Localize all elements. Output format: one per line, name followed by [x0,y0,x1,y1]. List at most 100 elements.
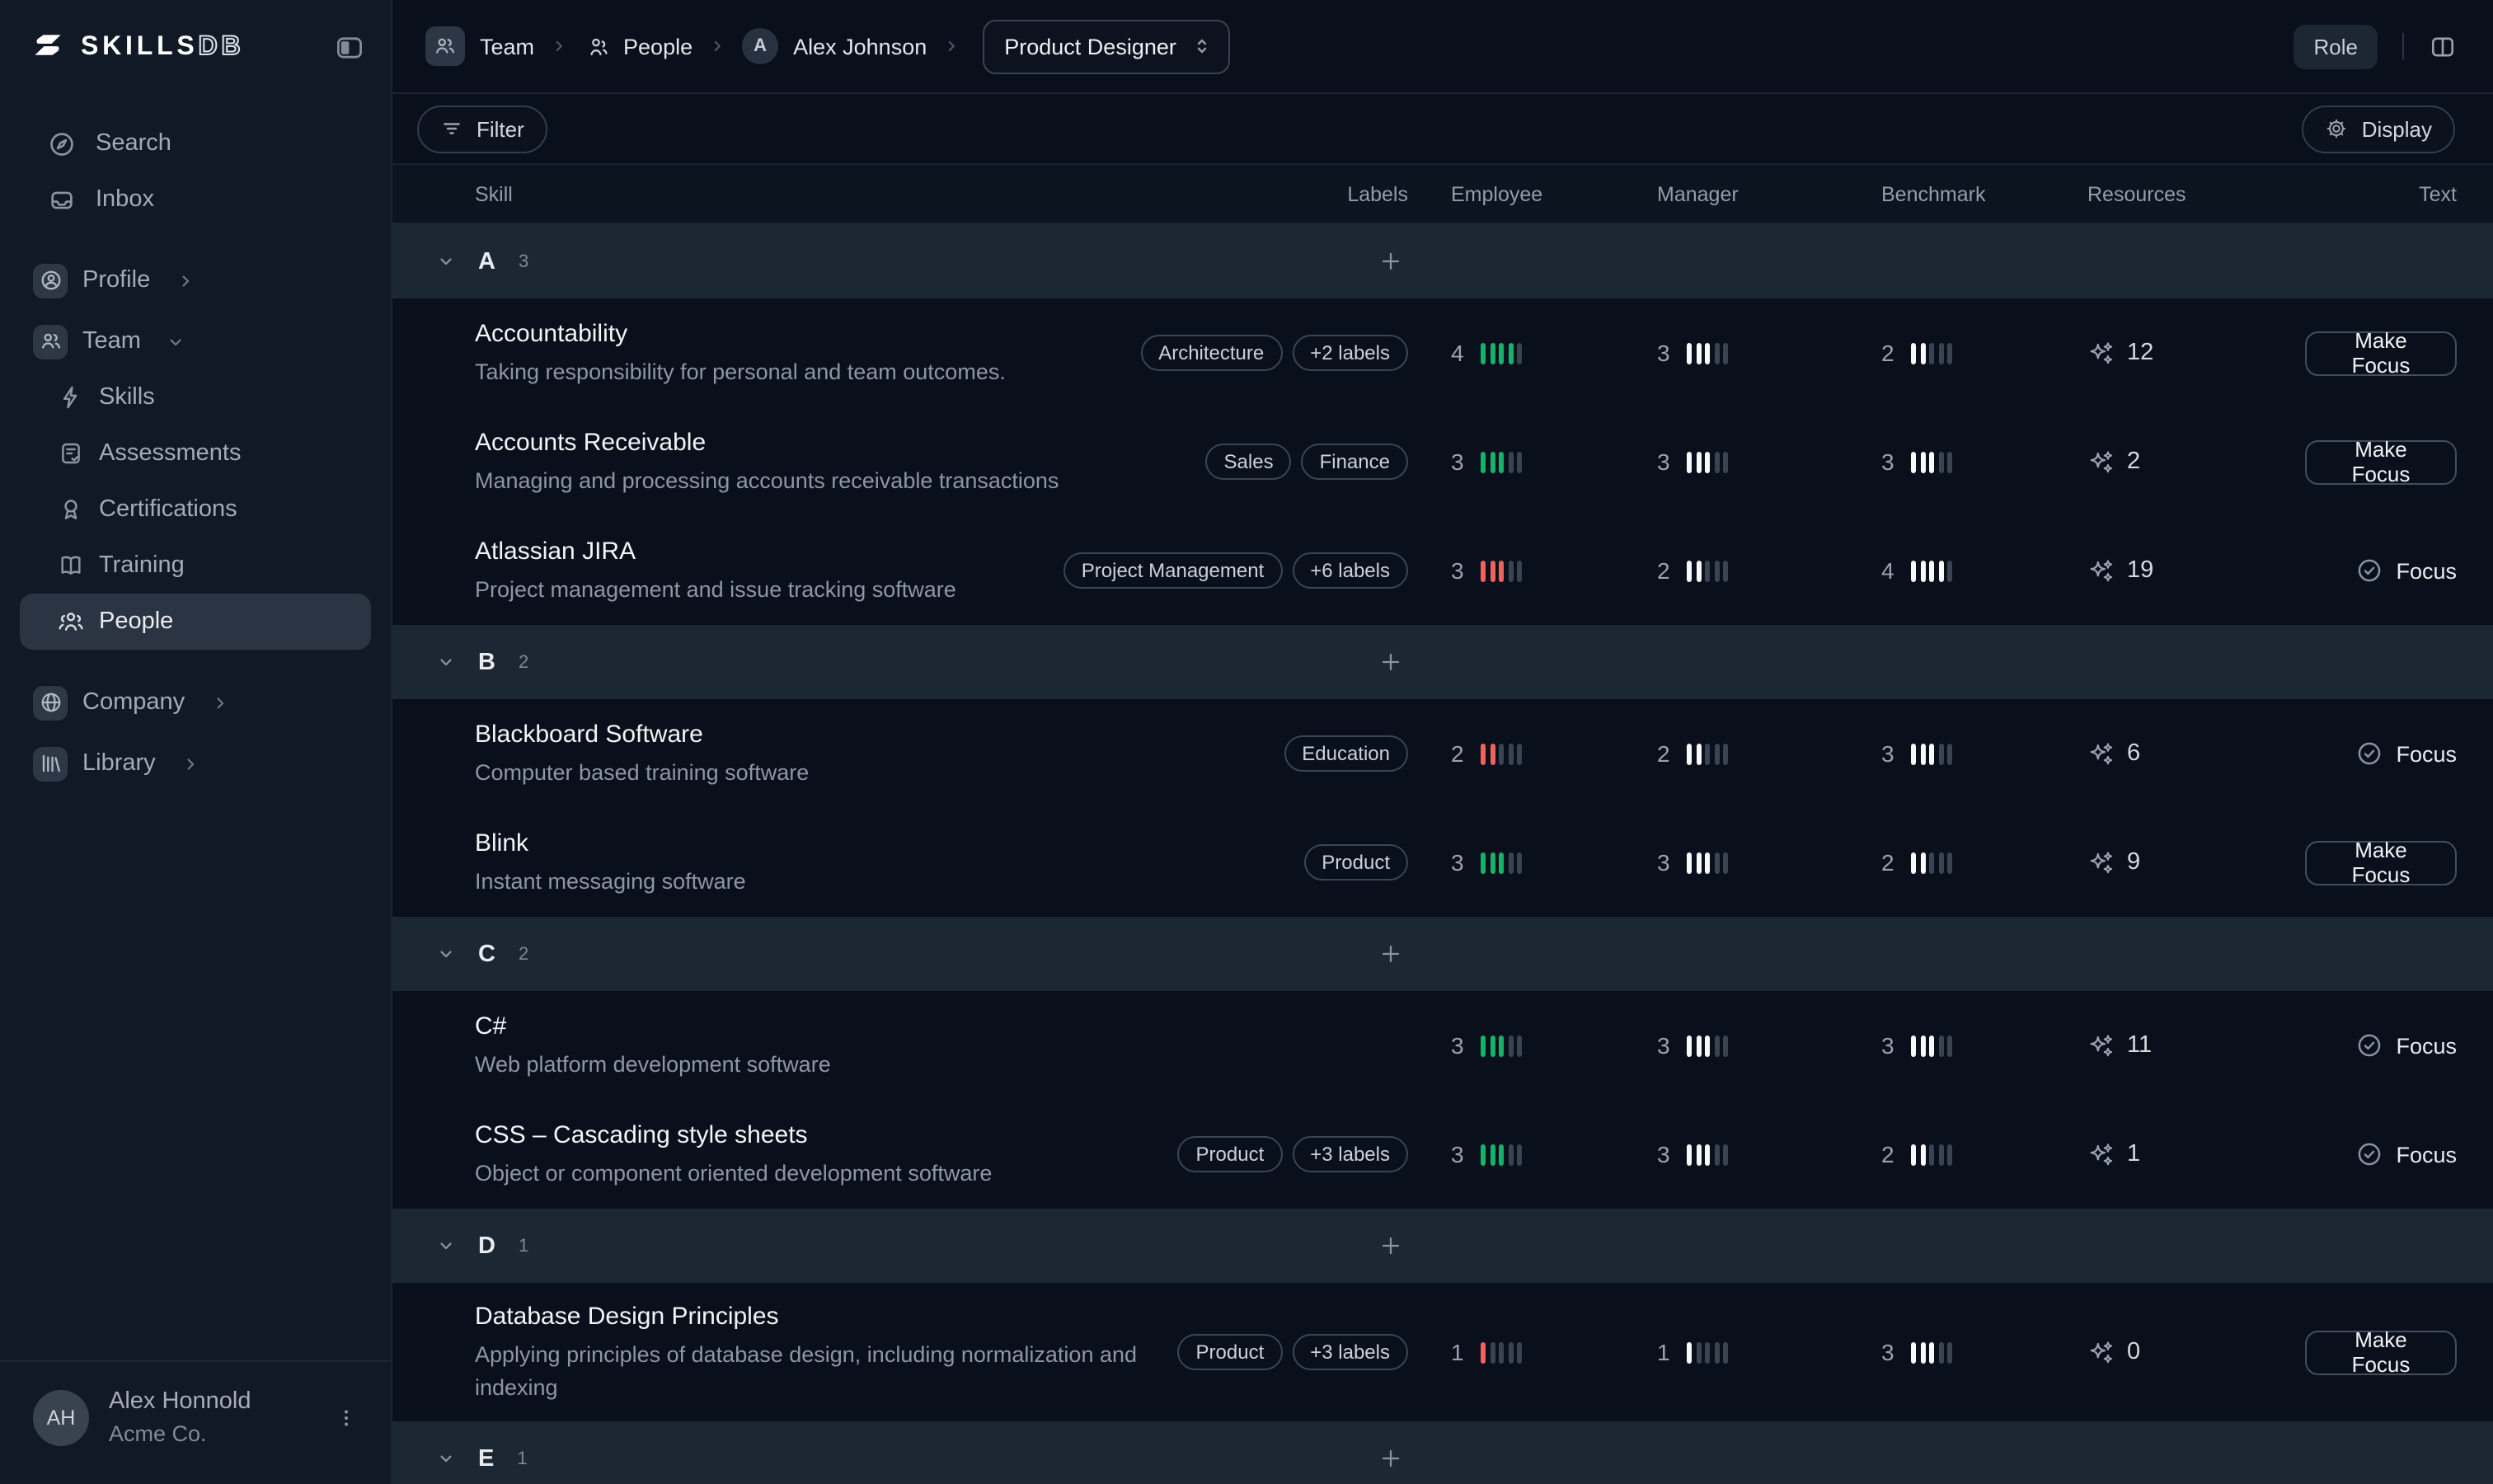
rating-bar [1687,743,1692,764]
table-row[interactable]: Database Design Principles Applying prin… [392,1283,2493,1421]
resources-cell: 12 [2087,339,2153,367]
display-button[interactable]: Display [2303,105,2455,153]
label-pill[interactable]: Sales [1206,444,1292,480]
rating-value: 2 [1657,557,1672,584]
group-collapse-icon[interactable] [437,945,455,963]
sidebar-item-training[interactable]: Training [20,538,371,594]
label-pill[interactable]: +3 labels [1292,1334,1408,1370]
group-count: 1 [517,1449,527,1468]
rating-value: 3 [1451,448,1466,475]
rating-value: 3 [1881,740,1896,767]
table-row[interactable]: Blackboard Software Computer based train… [392,699,2493,808]
breadcrumb-item-person[interactable]: Alex Johnson [793,34,927,59]
label-pill[interactable]: +2 labels [1292,335,1408,371]
sidebar-item-search[interactable]: Search [20,115,371,171]
kebab-menu-icon[interactable] [335,1407,368,1430]
label-pill[interactable]: +3 labels [1292,1136,1408,1172]
make-focus-button[interactable]: Make Focus [2305,1330,2457,1374]
filter-button[interactable]: Filter [417,105,547,153]
sidebar-item-skills[interactable]: Skills [20,369,371,425]
sidebar-item-people[interactable]: People [20,594,371,650]
group-collapse-icon[interactable] [437,1237,455,1255]
rating-bar [1696,560,1701,581]
sidebar-item-library[interactable]: Library [20,735,371,791]
label-pill[interactable]: Education [1284,735,1408,772]
group-collapse-icon[interactable] [437,252,455,270]
sidebar-user[interactable]: AH Alex Honnold Acme Co. [0,1360,391,1484]
side-panel-icon[interactable] [2429,32,2457,60]
rating-bar [1920,1144,1925,1165]
breadcrumb-item-people[interactable]: People [623,34,692,59]
group-collapse-icon[interactable] [437,653,455,671]
focus-badge-label: Focus [2396,1142,2457,1167]
label-pill[interactable]: Project Management [1063,552,1282,589]
breadcrumb-item-team[interactable]: Team [480,34,534,59]
role-badge[interactable]: Role [2294,24,2378,68]
column-manager: Manager [1657,182,1739,205]
table-row[interactable]: Accounts Receivable Managing and process… [392,407,2493,516]
sidebar-item-team[interactable]: Team [20,313,371,369]
label-pill[interactable]: +6 labels [1292,552,1408,589]
rating-bars [1911,1035,1952,1056]
skill-name: CSS – Cascading style sheets [475,1118,992,1153]
add-skill-button[interactable] [1378,1421,1403,1484]
table-row[interactable]: Atlassian JIRA Project management and is… [392,516,2493,625]
chevron-right-icon [709,38,725,54]
sidebar-item-inbox[interactable]: Inbox [20,171,371,228]
rating-value: 4 [1881,557,1896,584]
focus-badge[interactable]: Focus [2356,557,2457,584]
skill-name: Accounts Receivable [475,425,1059,460]
search-icon [48,129,76,157]
rating-bar [1929,342,1934,364]
table-row[interactable]: CSS – Cascading style sheets Object or c… [392,1100,2493,1209]
check-circle-icon [2356,557,2383,584]
sidebar-item-company[interactable]: Company [20,674,371,730]
table-row[interactable]: Blink Instant messaging software Product… [392,808,2493,917]
make-focus-button[interactable]: Make Focus [2305,439,2457,484]
label-list: Sales Finance [1183,444,1408,480]
resources-count: 2 [2127,448,2140,475]
label-pill[interactable]: Product [1178,1334,1283,1370]
rating-bar [1920,1035,1925,1056]
topbar: Team People A Alex Johnson Product Des [392,0,2493,94]
sidebar-collapse-icon[interactable] [335,33,364,63]
breadcrumb-team-icon [425,26,465,66]
rating-bar [1929,743,1934,764]
app-logo-icon [30,30,66,66]
rating-bar [1929,1144,1934,1165]
make-focus-button[interactable]: Make Focus [2305,331,2457,375]
sidebar-item-certifications[interactable]: Certifications [20,481,371,538]
sidebar-item-profile[interactable]: Profile [20,252,371,308]
focus-badge[interactable]: Focus [2356,740,2457,767]
label-list: Product [1280,844,1408,881]
label-pill[interactable]: Finance [1302,444,1408,480]
add-skill-button[interactable] [1378,917,1403,991]
chevron-right-icon [182,754,200,773]
table-row[interactable]: C# Web platform development software 3 3… [392,991,2493,1100]
rating-bar [1920,342,1925,364]
role-select[interactable]: Product Designer [983,19,1231,73]
table-body: A 3 Accountability Taking responsibility… [392,224,2493,1484]
focus-badge[interactable]: Focus [2356,1141,2457,1167]
toolbar: Filter Display [392,94,2493,165]
label-pill[interactable]: Product [1303,844,1408,881]
label-pill[interactable]: Architecture [1140,335,1282,371]
rating-bar [1938,743,1943,764]
sidebar-item-assessments[interactable]: Assessments [20,425,371,481]
rating-bars [1481,451,1522,472]
label-pill[interactable]: Product [1178,1136,1283,1172]
add-skill-button[interactable] [1378,224,1403,298]
rating-bar [1947,743,1952,764]
resources-cell: 2 [2087,448,2140,476]
group-collapse-icon[interactable] [437,1449,455,1468]
make-focus-button[interactable]: Make Focus [2305,840,2457,885]
rating-bar [1947,1035,1952,1056]
table-row[interactable]: Accountability Taking responsibility for… [392,298,2493,407]
manager-rating: 3 [1657,448,1728,475]
rating-bar [1499,451,1504,472]
group-header-row: A 3 [392,224,2493,298]
focus-badge[interactable]: Focus [2356,1032,2457,1059]
sidebar-item-label: Profile [82,267,150,294]
add-skill-button[interactable] [1378,1209,1403,1283]
add-skill-button[interactable] [1378,625,1403,699]
